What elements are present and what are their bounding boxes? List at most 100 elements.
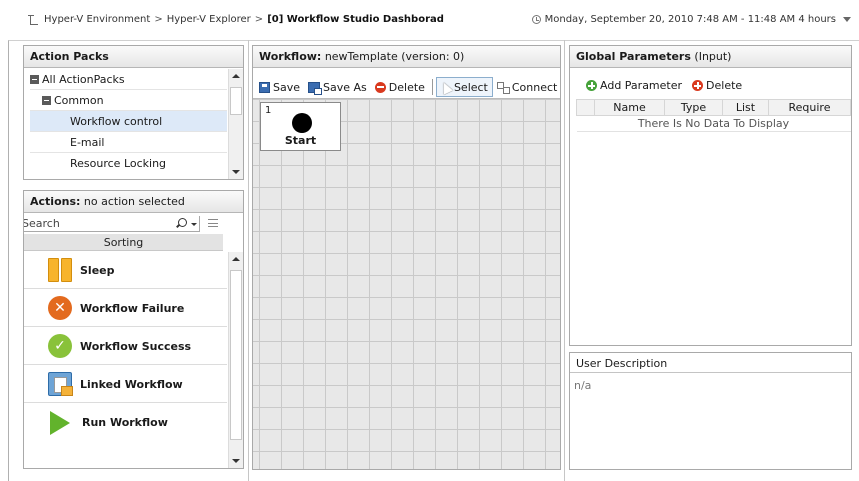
linked-workflow-icon	[48, 372, 73, 396]
tree-icon	[28, 14, 38, 25]
action-packs-tree: All ActionPacks Common Workflow control …	[30, 69, 227, 174]
toolbar-divider	[431, 79, 433, 95]
chevron-down-icon[interactable]	[843, 17, 851, 22]
tree-item-label: Common	[54, 94, 104, 107]
add-parameter-label: Add Parameter	[600, 79, 683, 92]
action-item-label: Run Workflow	[82, 416, 168, 429]
sorting-header[interactable]: Sorting	[24, 234, 223, 251]
action-item-workflow-failure[interactable]: ✕ Workflow Failure	[24, 290, 227, 327]
breadcrumb-item-environment[interactable]: Hyper-V Environment	[44, 14, 150, 25]
select-tool-button[interactable]: Select	[435, 77, 493, 97]
add-icon	[586, 80, 597, 91]
list-view-icon[interactable]	[208, 219, 218, 227]
workflow-name: newTemplate (version: 0)	[324, 50, 465, 63]
breadcrumb-current: [0] Workflow Studio Dashborad	[267, 14, 444, 25]
save-as-button[interactable]: Save As	[304, 77, 371, 97]
action-item-label: Workflow Failure	[80, 301, 185, 315]
actions-title: Actions:	[30, 195, 81, 208]
workflow-canvas[interactable]: 1 Start	[253, 98, 560, 469]
save-button[interactable]: Save	[255, 77, 304, 97]
collapse-icon[interactable]	[30, 75, 39, 84]
search-options-chevron-icon[interactable]	[191, 223, 197, 226]
action-item-label: Linked Workflow	[80, 377, 183, 391]
breadcrumb-separator: >	[154, 14, 163, 25]
tree-item-all-actionpacks[interactable]: All ActionPacks	[30, 69, 227, 90]
action-item-workflow-success[interactable]: ✓ Workflow Success	[24, 328, 227, 365]
empty-table-message: There Is No Data To Display	[576, 115, 851, 132]
delete-icon	[692, 80, 704, 91]
tree-item-label: E-mail	[70, 136, 105, 149]
failure-icon: ✕	[48, 296, 72, 320]
scroll-down-icon[interactable]	[232, 459, 240, 463]
global-parameters-panel: Global Parameters (Input) Add Parameter …	[569, 45, 852, 346]
run-icon	[50, 410, 70, 435]
action-item-label: Workflow Success	[80, 339, 192, 353]
time-range-label: Monday, September 20, 2010 7:48 AM - 11:…	[544, 14, 836, 25]
splitter-left[interactable]	[248, 40, 249, 481]
tree-item-common[interactable]: Common	[30, 90, 227, 111]
global-parameters-title: Global Parameters	[576, 50, 691, 63]
workflow-toolbar: Save Save As Delete Select Connect	[255, 76, 560, 98]
actions-header: Actions: no action selected	[24, 191, 243, 213]
top-bar: Hyper-V Environment > Hyper-V Explorer >…	[0, 0, 859, 40]
tree-item-resource-locking[interactable]: Resource Locking	[30, 153, 227, 174]
collapse-icon[interactable]	[42, 96, 51, 105]
action-item-linked-workflow[interactable]: Linked Workflow	[24, 366, 227, 403]
global-parameters-toolbar: Add Parameter Delete	[586, 79, 742, 92]
connect-tool-button[interactable]: Connect	[493, 77, 557, 97]
column-header-list[interactable]: List	[722, 99, 769, 116]
action-packs-title: Action Packs	[30, 50, 109, 63]
delete-icon	[374, 81, 386, 93]
actions-panel: Actions: no action selected Sorting Slee…	[23, 190, 244, 469]
connect-label: Connect	[511, 80, 558, 94]
tree-item-workflow-control[interactable]: Workflow control	[30, 111, 227, 132]
table-row: There Is No Data To Display	[576, 115, 851, 132]
actions-scrollbar[interactable]	[228, 252, 243, 468]
action-packs-header: Action Packs	[24, 46, 243, 68]
pointer-icon	[439, 79, 453, 95]
sleep-icon	[48, 258, 72, 282]
table-header-row: Name Type List Require	[576, 99, 851, 116]
delete-parameter-button[interactable]: Delete	[692, 79, 742, 92]
add-parameter-button[interactable]: Add Parameter	[586, 79, 682, 92]
workflow-title: Workflow:	[259, 50, 322, 63]
save-as-label: Save As	[323, 80, 367, 94]
node-label: Start	[284, 134, 317, 147]
action-item-run-workflow[interactable]: Run Workflow	[24, 404, 227, 441]
breadcrumb-item-explorer[interactable]: Hyper-V Explorer	[167, 14, 251, 25]
workflow-header: Workflow: newTemplate (version: 0)	[253, 46, 560, 68]
scroll-thumb[interactable]	[230, 270, 242, 440]
scroll-thumb[interactable]	[230, 87, 242, 115]
search-icon[interactable]	[178, 218, 187, 227]
tree-item-label: Workflow control	[70, 115, 163, 128]
time-range-selector[interactable]: Monday, September 20, 2010 7:48 AM - 11:…	[531, 14, 851, 25]
node-number: 1	[265, 105, 272, 116]
scroll-up-icon[interactable]	[232, 257, 240, 261]
select-label: Select	[453, 80, 488, 94]
column-header-name[interactable]: Name	[594, 99, 665, 116]
action-packs-scrollbar[interactable]	[228, 69, 243, 179]
splitter-right[interactable]	[564, 40, 565, 481]
breadcrumb: Hyper-V Environment > Hyper-V Explorer >…	[28, 14, 444, 25]
scroll-down-icon[interactable]	[232, 170, 240, 174]
delete-button[interactable]: Delete	[371, 77, 429, 97]
column-header-type[interactable]: Type	[664, 99, 723, 116]
column-header-select[interactable]	[576, 99, 595, 116]
tree-item-label: All ActionPacks	[42, 73, 125, 86]
start-dot-icon	[292, 113, 312, 133]
global-parameters-header: Global Parameters (Input)	[570, 46, 851, 68]
action-packs-panel: Action Packs All ActionPacks Common Work…	[23, 45, 244, 180]
actions-subtitle: no action selected	[83, 195, 185, 208]
tree-item-email[interactable]: E-mail	[30, 132, 227, 153]
action-item-sleep[interactable]: Sleep	[24, 252, 227, 289]
breadcrumb-separator: >	[254, 14, 264, 25]
user-description-header: User Description	[570, 353, 851, 373]
start-node[interactable]: 1 Start	[260, 102, 341, 151]
user-description-text[interactable]: n/a	[570, 373, 851, 398]
search-input[interactable]	[24, 216, 200, 232]
workflow-panel: Workflow: newTemplate (version: 0) Save …	[252, 45, 561, 470]
connect-icon	[496, 82, 510, 94]
scroll-up-icon[interactable]	[232, 74, 240, 78]
column-header-require[interactable]: Require	[768, 99, 851, 116]
global-parameters-subtitle: (Input)	[694, 50, 732, 63]
